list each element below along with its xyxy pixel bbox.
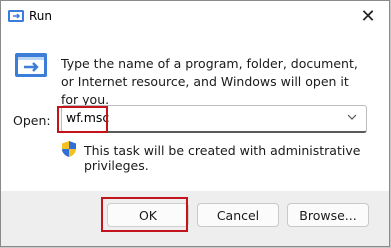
input-highlight-box bbox=[57, 106, 108, 133]
admin-privileges-note: This task will be created with administr… bbox=[84, 143, 361, 173]
close-button[interactable]: ✕ bbox=[351, 1, 385, 31]
browse-button[interactable]: Browse... bbox=[287, 203, 369, 227]
chevron-down-icon[interactable] bbox=[346, 111, 358, 123]
dialog-content: Type the name of a program, folder, docu… bbox=[1, 33, 389, 191]
open-label: Open: bbox=[13, 113, 51, 128]
cancel-button[interactable]: Cancel bbox=[197, 203, 279, 227]
run-icon bbox=[8, 10, 24, 22]
ok-highlight-box bbox=[101, 197, 188, 232]
run-app-icon bbox=[15, 53, 47, 77]
run-dialog: Run ✕ Type the name of a program, folder… bbox=[0, 0, 390, 247]
uac-shield-icon bbox=[62, 141, 76, 157]
close-icon: ✕ bbox=[360, 5, 376, 27]
window-title: Run bbox=[29, 9, 53, 23]
title-bar: Run ✕ bbox=[1, 1, 389, 33]
button-bar: OK Cancel Browse... bbox=[1, 191, 389, 246]
description-text: Type the name of a program, folder, docu… bbox=[61, 56, 358, 107]
